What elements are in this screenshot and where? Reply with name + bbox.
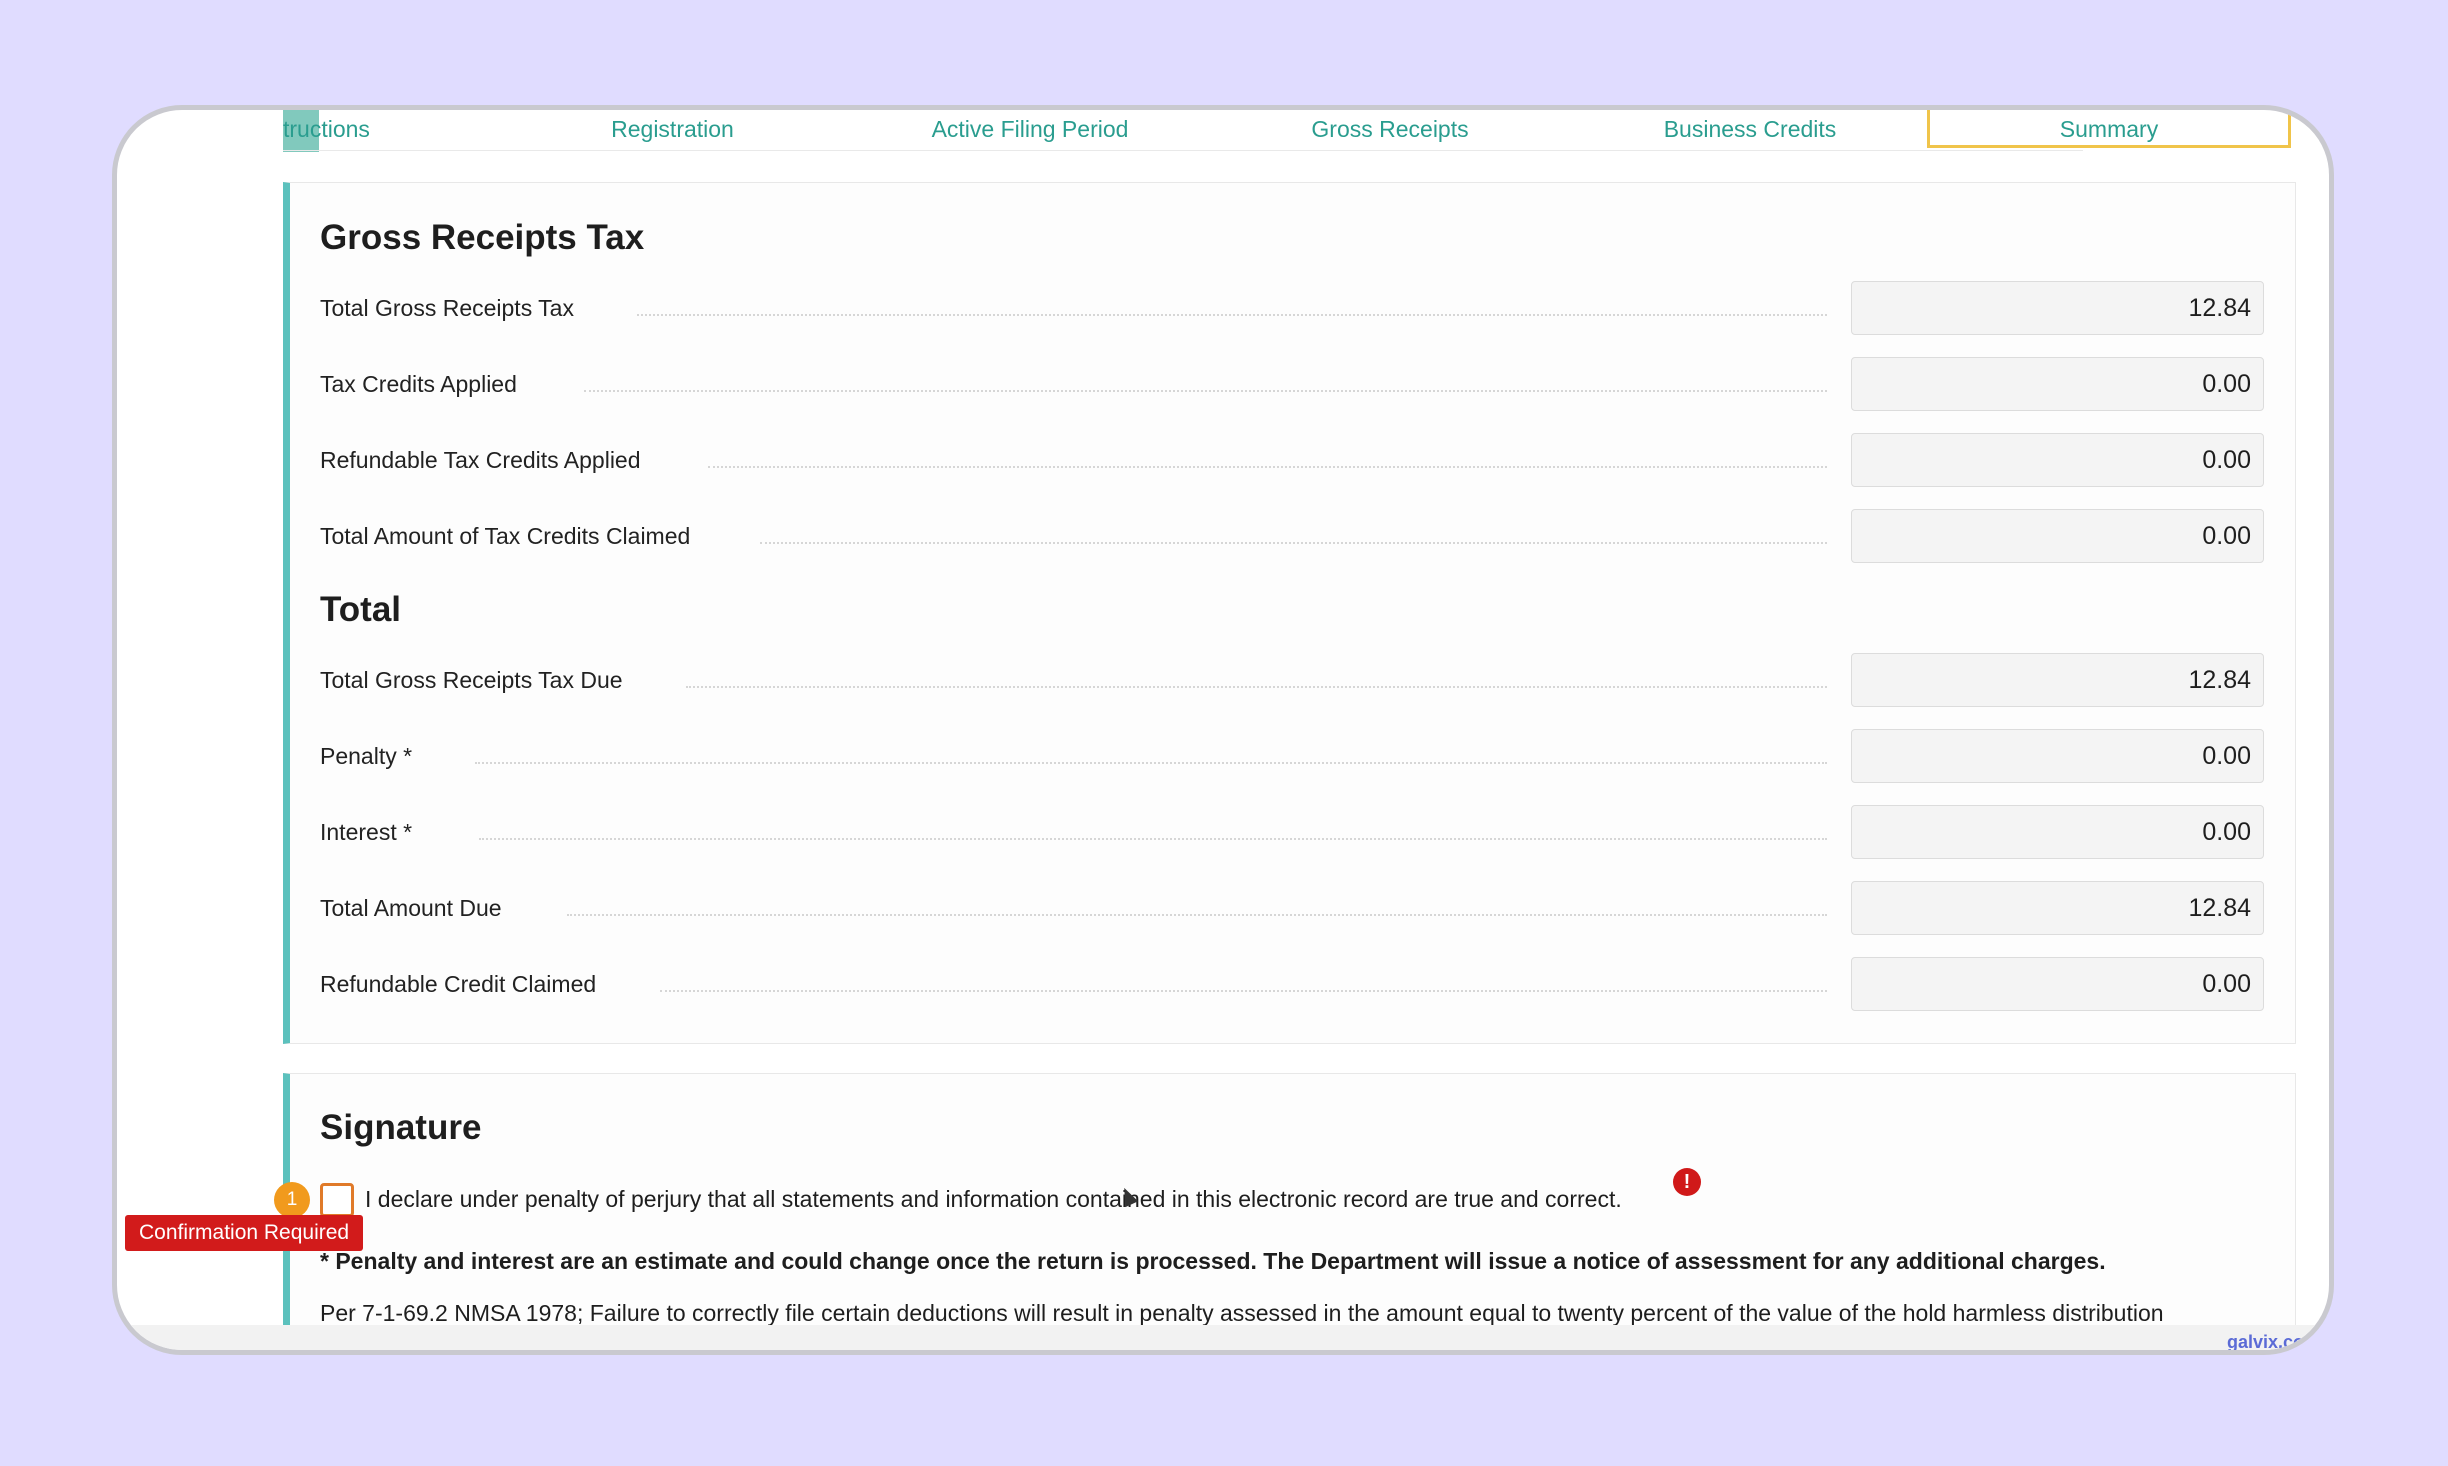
dotted-leader (660, 990, 1827, 992)
row-label-total-gross-receipts-tax: Total Gross Receipts Tax (320, 295, 574, 321)
bottom-bar (117, 1325, 2329, 1350)
tab-business-credits[interactable]: Business Credits (1630, 110, 1870, 148)
row-label-total-gross-receipts-tax-due: Total Gross Receipts Tax Due (320, 667, 623, 693)
confirmation-required-tag: Confirmation Required (125, 1215, 364, 1251)
watermark: galvix.co (2227, 1332, 2305, 1352)
row-label-total-amount-due: Total Amount Due (320, 895, 502, 921)
tab-divider (283, 150, 2083, 151)
tab-registration[interactable]: Registration (565, 110, 780, 148)
refundable-credit-claimed-field[interactable]: 0.00 (1851, 957, 2264, 1011)
row-label-interest: Interest * (320, 819, 413, 845)
dotted-leader (760, 542, 1827, 544)
browser-frame: tructions Registration Active Filing Per… (112, 105, 2334, 1355)
dotted-leader (637, 314, 1827, 316)
dotted-leader (475, 762, 1827, 764)
error-alert-icon: ! (1673, 1168, 1701, 1196)
error-count-badge: 1 (274, 1182, 310, 1218)
interest-field[interactable]: 0.00 (1851, 805, 2264, 859)
total-tax-credits-claimed-field[interactable]: 0.00 (1851, 509, 2264, 563)
dotted-leader (584, 390, 1827, 392)
refundable-tax-credits-applied-field[interactable]: 0.00 (1851, 433, 2264, 487)
dotted-leader (567, 914, 1827, 916)
dotted-leader (686, 686, 1827, 688)
penalty-interest-note: * Penalty and interest are an estimate a… (320, 1248, 2106, 1274)
penalty-field[interactable]: 0.00 (1851, 729, 2264, 783)
signature-title: Signature (320, 1108, 482, 1147)
row-label-tax-credits-applied: Tax Credits Applied (320, 371, 517, 397)
tax-credits-applied-field[interactable]: 0.00 (1851, 357, 2264, 411)
total-amount-due-field[interactable]: 12.84 (1851, 881, 2264, 935)
total-gross-receipts-tax-due-field[interactable]: 12.84 (1851, 653, 2264, 707)
declaration-text[interactable]: I declare under penalty of perjury that … (365, 1186, 1622, 1213)
total-title: Total (320, 590, 402, 629)
tab-active-filing-period[interactable]: Active Filing Period (900, 110, 1160, 148)
dotted-leader (479, 838, 1827, 840)
row-label-refundable-credit-claimed: Refundable Credit Claimed (320, 971, 597, 997)
row-label-penalty: Penalty * (320, 743, 413, 769)
tab-gross-receipts[interactable]: Gross Receipts (1280, 110, 1500, 148)
declaration-checkbox[interactable] (320, 1183, 354, 1217)
tab-instructions[interactable]: tructions (283, 110, 373, 148)
dotted-leader (708, 466, 1827, 468)
nmsa-note: Per 7-1-69.2 NMSA 1978; Failure to corre… (320, 1300, 2164, 1326)
gross-receipts-tax-title: Gross Receipts Tax (320, 218, 645, 257)
tab-summary[interactable]: Summary (1927, 110, 2291, 148)
row-label-total-tax-credits-claimed: Total Amount of Tax Credits Claimed (320, 523, 691, 549)
total-gross-receipts-tax-field[interactable]: 12.84 (1851, 281, 2264, 335)
row-label-refundable-tax-credits-applied: Refundable Tax Credits Applied (320, 447, 641, 473)
